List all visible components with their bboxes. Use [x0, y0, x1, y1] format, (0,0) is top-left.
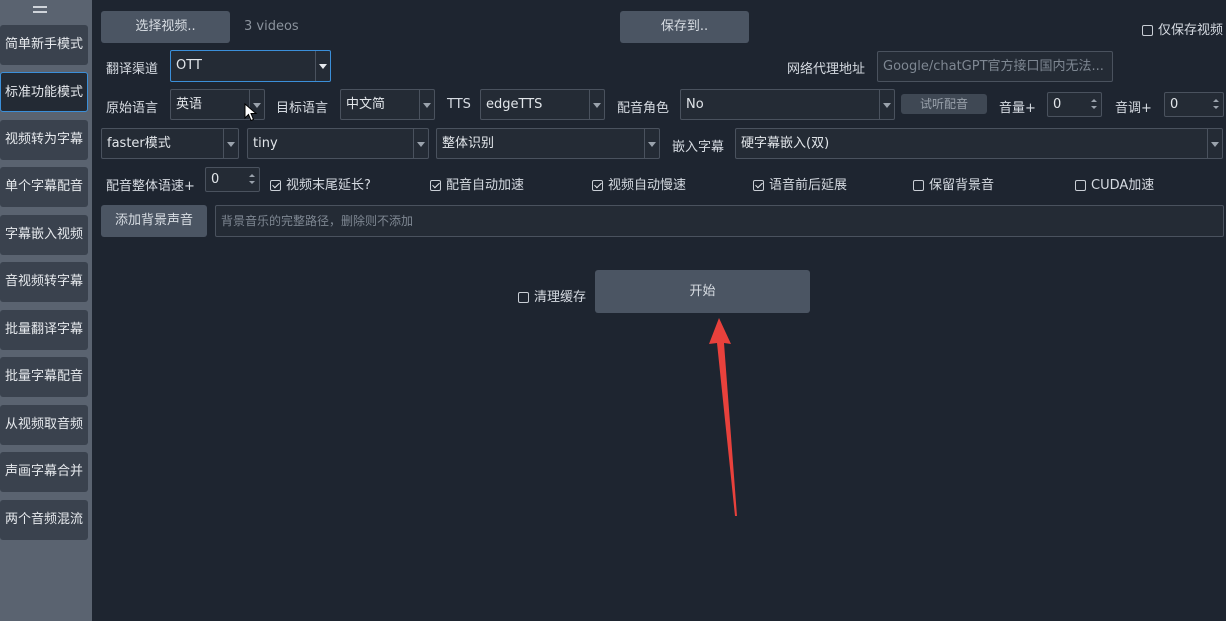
speed-label: 配音整体语速+ [106, 179, 195, 194]
voice-role-value: No [686, 97, 704, 112]
cuda-label: CUDA加速 [1091, 178, 1155, 193]
save-to-button[interactable]: 保存到.. [620, 11, 749, 43]
embed-subtitle-value: 硬字幕嵌入(双) [741, 136, 830, 151]
proxy-placeholder: Google/chatGPT官方接口国内无法... [883, 59, 1104, 74]
only-save-video-label: 仅保存视频 [1158, 23, 1224, 38]
sidebar-item-embed-subtitle[interactable]: 字幕嵌入视频 [0, 215, 88, 255]
sidebar-item-batch-translate[interactable]: 批量翻译字幕 [0, 310, 88, 350]
chevron-down-icon [315, 51, 330, 81]
chevron-down-icon [589, 90, 604, 119]
checkbox-icon [913, 180, 924, 191]
speed-stepper[interactable]: 0 [205, 167, 260, 192]
sidebar-item-batch-dub[interactable]: 批量字幕配音 [0, 357, 88, 397]
auto-slow-video-label: 视频自动慢速 [608, 178, 687, 193]
drag-grip-icon[interactable] [33, 6, 47, 13]
channel-select[interactable]: OTT [170, 50, 331, 82]
voice-padding-label: 语音前后延展 [769, 178, 848, 193]
checkbox-checked-icon [753, 180, 764, 191]
mouse-cursor-icon [244, 103, 258, 122]
auto-slow-video-checkbox[interactable]: 视频自动慢速 [592, 174, 686, 193]
voice-padding-checkbox[interactable]: 语音前后延展 [753, 174, 847, 193]
annotation-arrow-icon [709, 318, 737, 516]
proxy-input[interactable]: Google/chatGPT官方接口国内无法... [877, 51, 1113, 82]
pitch-label: 音调+ [1115, 101, 1152, 116]
sidebar-item-single-subtitle-dub[interactable]: 单个字幕配音 [0, 167, 88, 207]
cuda-checkbox[interactable]: CUDA加速 [1075, 174, 1154, 193]
background-audio-path-input[interactable]: 背景音乐的完整路径，删除则不添加 [215, 205, 1224, 237]
chevron-down-icon [879, 90, 894, 119]
arrow-shape [709, 318, 737, 516]
recognition-type-select[interactable]: 整体识别 [436, 128, 660, 159]
chevron-down-icon [419, 90, 434, 119]
sidebar-item-mix-two-audio[interactable]: 两个音频混流 [0, 500, 88, 540]
sidebar-item-simple-mode[interactable]: 简单新手模式 [0, 25, 88, 65]
select-video-button[interactable]: 选择视频.. [101, 11, 230, 43]
channel-label: 翻译渠道 [106, 62, 159, 77]
embed-subtitle-label: 嵌入字幕 [672, 140, 725, 155]
chevron-down-icon [413, 129, 428, 158]
tts-select[interactable]: edgeTTS [480, 89, 605, 120]
sidebar-item-av-to-subtitle[interactable]: 音视频转字幕 [0, 262, 88, 302]
target-language-label: 目标语言 [276, 101, 329, 116]
target-language-value: 中文简 [346, 97, 386, 112]
cursor-shape [244, 103, 258, 122]
recognition-mode-value: faster模式 [107, 136, 171, 151]
checkbox-checked-icon [592, 180, 603, 191]
extend-video-end-checkbox[interactable]: 视频末尾延长? [270, 174, 371, 193]
volume-label: 音量+ [999, 101, 1036, 116]
source-language-value: 英语 [176, 97, 203, 112]
video-count: 3 videos [244, 19, 299, 34]
model-value: tiny [253, 136, 278, 151]
embed-subtitle-select[interactable]: 硬字幕嵌入(双) [735, 128, 1223, 159]
checkbox-icon [1075, 180, 1086, 191]
pitch-value: 0 [1170, 97, 1179, 112]
sidebar-item-merge-av-subtitle[interactable]: 声画字幕合并 [0, 452, 88, 492]
clear-cache-checkbox[interactable]: 清理缓存 [518, 286, 586, 305]
checkbox-icon [518, 292, 529, 303]
stepper-down-icon[interactable] [1211, 103, 1221, 113]
voice-role-select[interactable]: No [680, 89, 895, 120]
checkbox-checked-icon [270, 180, 281, 191]
recognition-mode-select[interactable]: faster模式 [101, 128, 239, 159]
listen-dub-button[interactable]: 试听配音 [901, 94, 987, 114]
sidebar: 简单新手模式 标准功能模式 视频转为字幕 单个字幕配音 字幕嵌入视频 音视频转字… [0, 0, 92, 621]
chevron-down-icon [644, 129, 659, 158]
add-background-audio-button[interactable]: 添加背景声音 [101, 205, 207, 237]
only-save-video-checkbox[interactable]: 仅保存视频 [1142, 19, 1223, 38]
sidebar-item-video-to-subtitle[interactable]: 视频转为字幕 [0, 120, 88, 160]
tts-label: TTS [447, 97, 471, 112]
tts-value: edgeTTS [486, 97, 543, 112]
speed-value: 0 [211, 172, 220, 187]
main-panel: 选择视频.. 3 videos 保存到.. 仅保存视频 翻译渠道 OTT 网络代… [92, 0, 1226, 621]
voice-role-label: 配音角色 [617, 101, 670, 116]
target-language-select[interactable]: 中文简 [340, 89, 435, 120]
keep-background-label: 保留背景音 [929, 178, 995, 193]
clear-cache-label: 清理缓存 [534, 290, 587, 305]
background-audio-placeholder: 背景音乐的完整路径，删除则不添加 [221, 214, 414, 228]
volume-value: 0 [1053, 97, 1062, 112]
checkbox-checked-icon [430, 180, 441, 191]
recognition-type-value: 整体识别 [442, 136, 495, 151]
keep-background-checkbox[interactable]: 保留背景音 [913, 174, 994, 193]
sidebar-item-extract-audio[interactable]: 从视频取音频 [0, 405, 88, 445]
pitch-stepper[interactable]: 0 [1164, 92, 1224, 117]
proxy-label: 网络代理地址 [787, 62, 866, 77]
chevron-down-icon [223, 129, 238, 158]
start-button[interactable]: 开始 [595, 270, 810, 313]
volume-stepper[interactable]: 0 [1047, 92, 1102, 117]
auto-speedup-dub-checkbox[interactable]: 配音自动加速 [430, 174, 524, 193]
source-language-label: 原始语言 [106, 101, 159, 116]
channel-value: OTT [176, 58, 202, 73]
model-select[interactable]: tiny [247, 128, 429, 159]
auto-speedup-dub-label: 配音自动加速 [446, 178, 525, 193]
sidebar-item-standard-mode[interactable]: 标准功能模式 [0, 72, 88, 112]
stepper-down-icon[interactable] [1089, 103, 1099, 113]
chevron-down-icon [1207, 129, 1222, 158]
checkbox-icon [1142, 25, 1153, 36]
extend-video-end-label: 视频末尾延长? [286, 178, 371, 193]
stepper-down-icon[interactable] [247, 178, 257, 188]
